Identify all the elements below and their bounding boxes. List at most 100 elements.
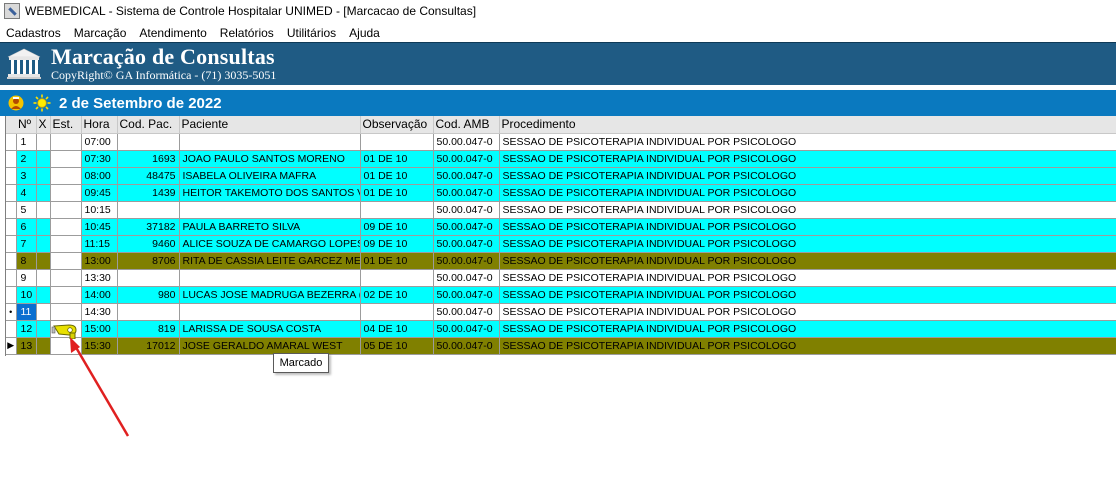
cell-time[interactable]: 14:00 xyxy=(81,286,118,304)
menu-atendimento[interactable]: Atendimento xyxy=(133,26,213,40)
cell-observation[interactable] xyxy=(360,303,434,321)
cell-patient-code[interactable]: 980 xyxy=(117,286,180,304)
cell-patient-code[interactable]: 9460 xyxy=(117,235,180,253)
cell-amb-code[interactable]: 50.00.047-0 xyxy=(433,201,500,219)
row-indicator[interactable] xyxy=(6,252,17,270)
cell-time[interactable]: 14:30 xyxy=(81,303,118,321)
cell-observation[interactable]: 09 DE 10 xyxy=(360,218,434,236)
column-header[interactable]: Procedimento xyxy=(499,116,1116,134)
cell-patient[interactable]: LARISSA DE SOUSA COSTA xyxy=(179,320,361,338)
cell-patient-code[interactable] xyxy=(117,303,180,321)
cell-number[interactable]: 1 xyxy=(16,133,37,151)
cell-procedure[interactable]: SESSAO DE PSICOTERAPIA INDIVIDUAL POR PS… xyxy=(499,286,1116,304)
cell-patient-code[interactable] xyxy=(117,201,180,219)
cell-status[interactable] xyxy=(50,184,82,202)
cell-amb-code[interactable]: 50.00.047-0 xyxy=(433,286,500,304)
cell-status[interactable] xyxy=(50,303,82,321)
cell-amb-code[interactable]: 50.00.047-0 xyxy=(433,184,500,202)
cell-amb-code[interactable]: 50.00.047-0 xyxy=(433,303,500,321)
cell-time[interactable]: 10:45 xyxy=(81,218,118,236)
cell-x[interactable] xyxy=(36,286,51,304)
cell-amb-code[interactable]: 50.00.047-0 xyxy=(433,337,500,355)
menu-ajuda[interactable]: Ajuda xyxy=(343,26,387,40)
table-row[interactable]: • 11 14:30 50.00.047-0 SESSAO DE PSICOTERAPI… xyxy=(6,303,1116,321)
cell-status[interactable] xyxy=(50,133,82,151)
cell-procedure[interactable]: SESSAO DE PSICOTERAPIA INDIVIDUAL POR PS… xyxy=(499,235,1116,253)
cell-patient[interactable] xyxy=(179,133,361,151)
cell-patient[interactable] xyxy=(179,269,361,287)
cell-observation[interactable]: 02 DE 10 xyxy=(360,286,434,304)
cell-patient[interactable]: JOSE GERALDO AMARAL WEST xyxy=(179,337,361,355)
cell-observation[interactable]: 01 DE 10 xyxy=(360,167,434,185)
cell-amb-code[interactable]: 50.00.047-0 xyxy=(433,218,500,236)
cell-patient-code[interactable] xyxy=(117,133,180,151)
cell-x[interactable] xyxy=(36,235,51,253)
doctor-icon[interactable] xyxy=(8,95,24,111)
menu-cadastros[interactable]: Cadastros xyxy=(0,26,68,40)
cell-x[interactable] xyxy=(36,133,51,151)
cell-patient[interactable]: ALICE SOUZA DE CAMARGO LOPES xyxy=(179,235,361,253)
cell-observation[interactable]: 01 DE 10 xyxy=(360,184,434,202)
cell-patient-code[interactable]: 37182 xyxy=(117,218,180,236)
cell-x[interactable] xyxy=(36,269,51,287)
cell-x[interactable] xyxy=(36,252,51,270)
cell-number[interactable]: 8 xyxy=(16,252,37,270)
table-row[interactable]: 5 10:15 50.00.047-0 SESSAO DE PSICOTERAPIA … xyxy=(6,201,1116,219)
cell-procedure[interactable]: SESSAO DE PSICOTERAPIA INDIVIDUAL POR PS… xyxy=(499,269,1116,287)
cell-procedure[interactable]: SESSAO DE PSICOTERAPIA INDIVIDUAL POR PS… xyxy=(499,184,1116,202)
cell-procedure[interactable]: SESSAO DE PSICOTERAPIA INDIVIDUAL POR PS… xyxy=(499,218,1116,236)
table-row[interactable]: 9 13:30 50.00.047-0 SESSAO DE PSICOTERAPIA … xyxy=(6,269,1116,287)
row-indicator[interactable] xyxy=(6,184,17,202)
row-indicator[interactable] xyxy=(6,201,17,219)
sun-icon[interactable] xyxy=(33,94,51,112)
cell-time[interactable]: 09:45 xyxy=(81,184,118,202)
cell-patient-code[interactable]: 8706 xyxy=(117,252,180,270)
column-header[interactable]: Nº xyxy=(16,116,37,134)
cell-x[interactable] xyxy=(36,184,51,202)
cell-x[interactable] xyxy=(36,201,51,219)
row-indicator[interactable]: ▶ xyxy=(6,337,17,355)
cell-time[interactable]: 15:00 xyxy=(81,320,118,338)
table-row[interactable]: 6 10:45 37182 PAULA BARRETO SILVA 09 DE 10 50… xyxy=(6,218,1116,236)
column-header[interactable]: X xyxy=(36,116,51,134)
row-indicator[interactable] xyxy=(6,235,17,253)
cell-x[interactable] xyxy=(36,150,51,168)
row-indicator[interactable] xyxy=(6,150,17,168)
cell-observation[interactable] xyxy=(360,269,434,287)
cell-procedure[interactable]: SESSAO DE PSICOTERAPIA INDIVIDUAL POR PS… xyxy=(499,252,1116,270)
cell-number[interactable]: 4 xyxy=(16,184,37,202)
cell-patient-code[interactable] xyxy=(117,269,180,287)
cell-x[interactable] xyxy=(36,167,51,185)
cell-patient[interactable]: JOAO PAULO SANTOS MORENO xyxy=(179,150,361,168)
cell-number[interactable]: 7 xyxy=(16,235,37,253)
row-indicator[interactable]: • xyxy=(6,303,17,321)
row-indicator[interactable] xyxy=(6,269,17,287)
cell-x[interactable] xyxy=(36,337,51,355)
table-row[interactable]: 12 15:00 819 LARISSA DE SOUSA COSTA 04 DE 10… xyxy=(6,320,1116,338)
cell-patient[interactable] xyxy=(179,201,361,219)
cell-number[interactable]: 10 xyxy=(16,286,37,304)
cell-amb-code[interactable]: 50.00.047-0 xyxy=(433,167,500,185)
column-header[interactable]: Est. xyxy=(50,116,82,134)
table-row[interactable]: 7 11:15 9460 ALICE SOUZA DE CAMARGO LOPES 09… xyxy=(6,235,1116,253)
table-row[interactable]: 4 09:45 1439 HEITOR TAKEMOTO DOS SANTOS V 01… xyxy=(6,184,1116,202)
column-header[interactable]: Paciente xyxy=(179,116,361,134)
column-header[interactable]: Observação xyxy=(360,116,434,134)
cell-time[interactable]: 10:15 xyxy=(81,201,118,219)
cell-amb-code[interactable]: 50.00.047-0 xyxy=(433,150,500,168)
cell-status[interactable] xyxy=(50,286,82,304)
cell-number[interactable]: 5 xyxy=(16,201,37,219)
row-indicator[interactable] xyxy=(6,320,17,338)
cell-procedure[interactable]: SESSAO DE PSICOTERAPIA INDIVIDUAL POR PS… xyxy=(499,337,1116,355)
cell-observation[interactable]: 01 DE 10 xyxy=(360,252,434,270)
cell-amb-code[interactable]: 50.00.047-0 xyxy=(433,235,500,253)
menu-marcacao[interactable]: Marcação xyxy=(68,26,134,40)
cell-procedure[interactable]: SESSAO DE PSICOTERAPIA INDIVIDUAL POR PS… xyxy=(499,320,1116,338)
cell-number[interactable]: 13 xyxy=(16,337,37,355)
cell-patient-code[interactable]: 819 xyxy=(117,320,180,338)
cell-status[interactable] xyxy=(50,167,82,185)
cell-patient-code[interactable]: 48475 xyxy=(117,167,180,185)
column-header[interactable]: Hora xyxy=(81,116,118,134)
cell-time[interactable]: 13:30 xyxy=(81,269,118,287)
cell-observation[interactable] xyxy=(360,201,434,219)
